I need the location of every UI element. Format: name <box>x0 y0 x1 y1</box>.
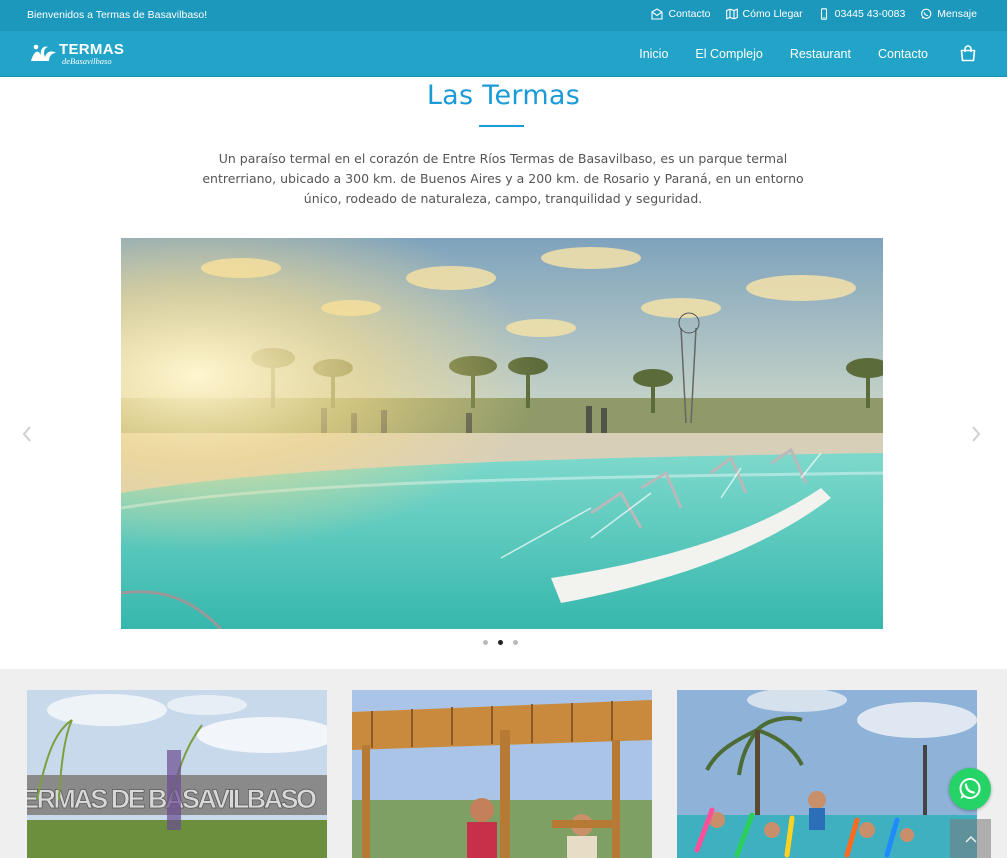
shopping-bag-icon[interactable] <box>960 45 976 62</box>
top-links: Contacto Cómo Llegar 03445 43-0083 Mensa… <box>651 8 977 20</box>
slider-dot-2[interactable] <box>498 640 503 645</box>
gallery-card-entrance[interactable]: ERMAS DE BASAVILBASO <box>27 690 327 858</box>
main-nav: Inicio El Complejo Restaurant Contacto <box>639 47 928 61</box>
contact-link[interactable]: Contacto <box>651 8 711 20</box>
gallery-section: ERMAS DE BASAVILBASO <box>0 669 1007 858</box>
entrance-sign-image: ERMAS DE BASAVILBASO <box>27 690 327 858</box>
chevron-left-icon[interactable] <box>20 424 34 444</box>
pergola-image <box>352 690 652 858</box>
section-title: Las Termas <box>426 80 581 111</box>
gallery-card-pool-fun[interactable] <box>677 690 977 858</box>
title-divider <box>479 125 524 127</box>
welcome-text: Bienvenidos a Termas de Basavilbaso! <box>27 9 208 21</box>
message-link-label: Mensaje <box>937 8 977 20</box>
phone-link-label: 03445 43-0083 <box>834 8 906 20</box>
slider-dot-1[interactable] <box>483 640 488 645</box>
gallery-card-pergola[interactable] <box>352 690 652 858</box>
whatsapp-float-button[interactable] <box>949 768 991 810</box>
pool-slide-image <box>121 238 883 629</box>
logo-sub: deBasavilbaso <box>62 56 112 66</box>
directions-link-label: Cómo Llegar <box>742 8 803 20</box>
wave-logo-icon <box>31 44 56 61</box>
chevron-up-icon <box>964 835 977 843</box>
phone-icon <box>820 8 827 20</box>
phone-link[interactable]: 03445 43-0083 <box>818 8 906 20</box>
map-icon <box>725 8 738 20</box>
nav-item-restaurant[interactable]: Restaurant <box>790 47 851 61</box>
nav-item-el-complejo[interactable]: El Complejo <box>695 47 762 61</box>
scroll-to-top-button[interactable] <box>950 819 991 858</box>
contact-link-label: Contacto <box>668 8 711 20</box>
whatsapp-icon <box>921 8 932 19</box>
slider-dots <box>483 640 518 645</box>
message-link[interactable]: Mensaje <box>920 8 977 20</box>
nav-item-inicio[interactable]: Inicio <box>639 47 668 61</box>
chevron-right-icon[interactable] <box>969 424 983 444</box>
directions-link[interactable]: Cómo Llegar <box>725 8 803 20</box>
pool-kids-image <box>677 690 977 858</box>
image-slider[interactable] <box>121 238 883 629</box>
slider-dot-3[interactable] <box>513 640 518 645</box>
envelope-icon <box>651 8 664 20</box>
top-bar: Bienvenidos a Termas de Basavilbaso! Con… <box>0 0 1007 31</box>
site-logo[interactable]: TERMAS deBasavilbaso <box>28 39 124 67</box>
nav-item-contacto[interactable]: Contacto <box>878 47 928 61</box>
intro-paragraph: Un paraíso termal en el corazón de Entre… <box>202 151 804 206</box>
whatsapp-icon <box>959 778 981 799</box>
main-header: TERMAS deBasavilbaso Inicio El Complejo … <box>0 31 1007 77</box>
